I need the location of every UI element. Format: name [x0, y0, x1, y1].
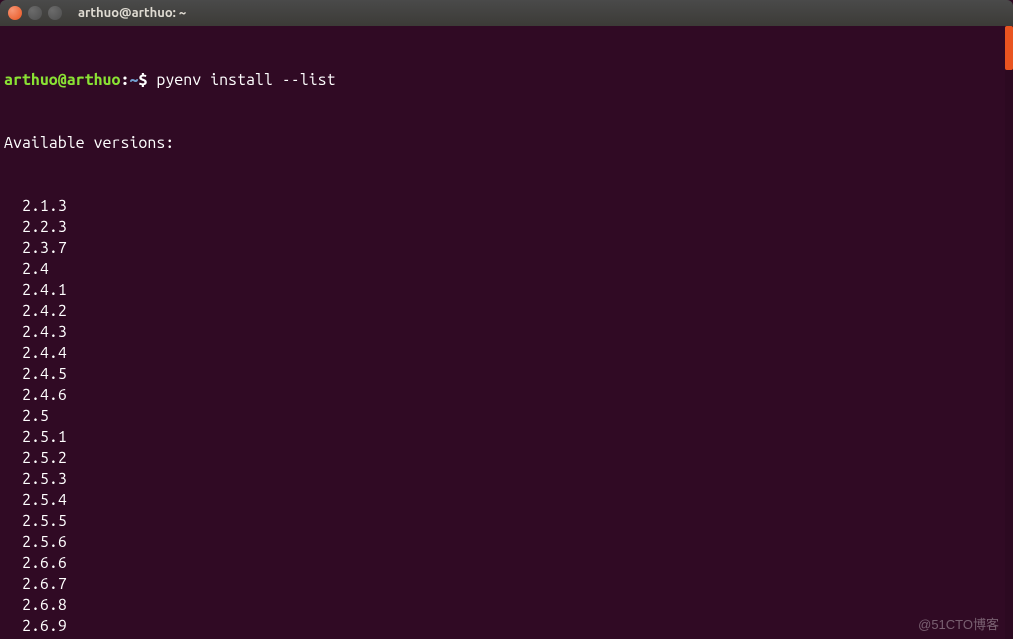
version-item: 2.4: [4, 259, 1009, 280]
version-item: 2.5.3: [4, 469, 1009, 490]
version-item: 2.5.2: [4, 448, 1009, 469]
version-item: 2.3.7: [4, 238, 1009, 259]
version-item: 2.5.1: [4, 427, 1009, 448]
version-item: 2.6.6: [4, 553, 1009, 574]
terminal-body[interactable]: arthuo@arthuo:~$ pyenv install --list Av…: [0, 26, 1013, 639]
maximize-icon[interactable]: [48, 6, 62, 20]
version-item: 2.5.6: [4, 532, 1009, 553]
version-item: 2.4.3: [4, 322, 1009, 343]
version-item: 2.4.6: [4, 385, 1009, 406]
titlebar[interactable]: arthuo@arthuo: ~: [0, 0, 1013, 26]
version-item: 2.6.7: [4, 574, 1009, 595]
version-item: 2.4.5: [4, 364, 1009, 385]
watermark: @51CTO博客: [918, 614, 999, 633]
close-icon[interactable]: [8, 6, 22, 20]
version-item: 2.5.5: [4, 511, 1009, 532]
version-item: 2.4.1: [4, 280, 1009, 301]
version-item: 2.1.3: [4, 196, 1009, 217]
version-item: 2.5: [4, 406, 1009, 427]
version-item: 2.6.8: [4, 595, 1009, 616]
scroll-thumb[interactable]: [1005, 26, 1013, 70]
prompt-user-host: arthuo@arthuo: [4, 71, 120, 89]
terminal-window: arthuo@arthuo: ~ arthuo@arthuo:~$ pyenv …: [0, 0, 1013, 639]
prompt-symbol: $: [138, 71, 147, 89]
prompt-line: arthuo@arthuo:~$ pyenv install --list: [4, 70, 1009, 91]
version-item: 2.5.4: [4, 490, 1009, 511]
version-item: 2.4.2: [4, 301, 1009, 322]
version-item: 2.4.4: [4, 343, 1009, 364]
command-text: pyenv install --list: [156, 71, 335, 89]
versions-list: 2.1.32.2.32.3.72.42.4.12.4.22.4.32.4.42.…: [4, 196, 1009, 639]
scrollbar[interactable]: [1005, 26, 1013, 639]
window-title: arthuo@arthuo: ~: [78, 6, 186, 20]
output-header: Available versions:: [4, 133, 1009, 154]
minimize-icon[interactable]: [28, 6, 42, 20]
version-item: 2.2.3: [4, 217, 1009, 238]
version-item: 2.6.9: [4, 616, 1009, 637]
